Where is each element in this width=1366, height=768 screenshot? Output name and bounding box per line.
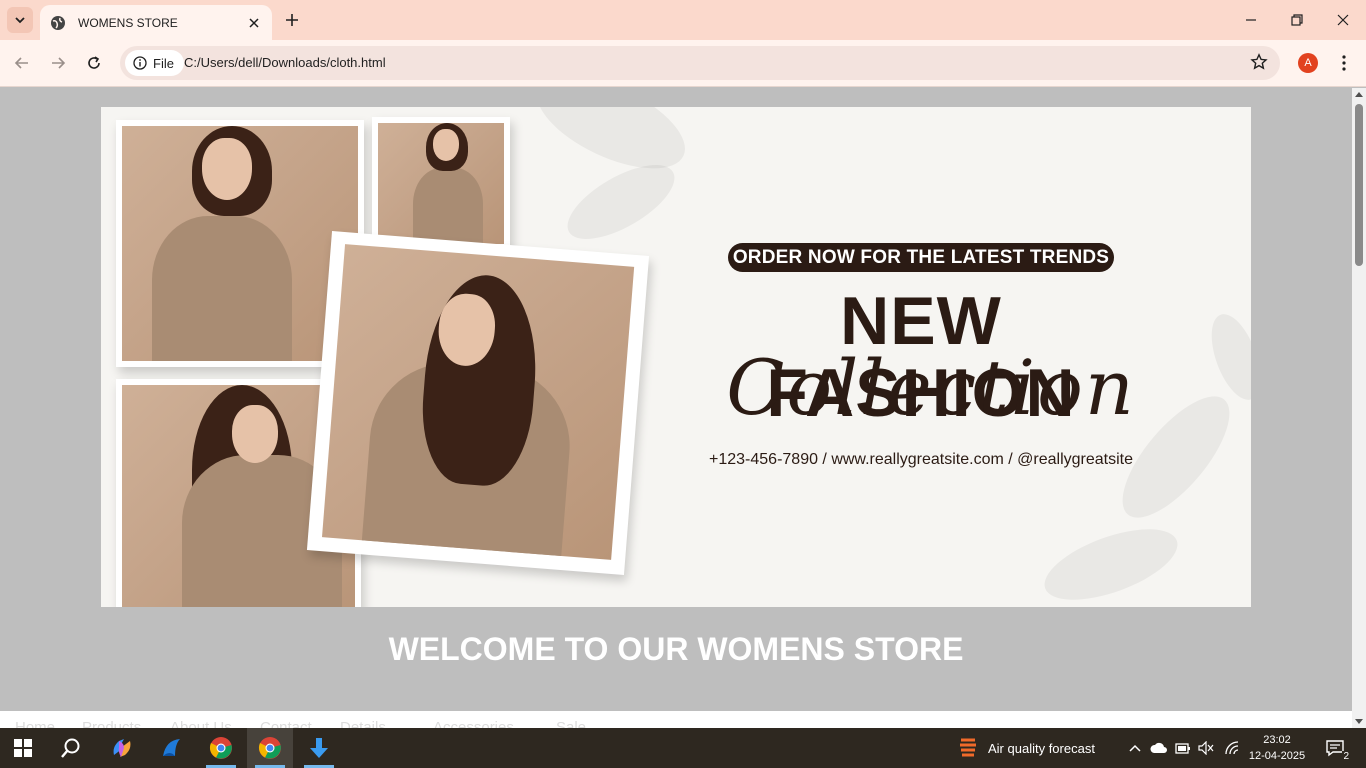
- speaker-muted-icon: [1198, 741, 1214, 755]
- leaf-shadow: [1035, 514, 1187, 607]
- minimize-icon: [1246, 19, 1256, 21]
- hero-banner: ORDER NOW FOR THE LATEST TRENDS NEW FASH…: [101, 107, 1251, 607]
- minimize-button[interactable]: [1228, 0, 1274, 40]
- bookmark-star-icon[interactable]: [1250, 53, 1270, 73]
- air-quality-icon: [960, 738, 976, 757]
- clock-date: 12-04-2025: [1248, 750, 1306, 762]
- profile-avatar[interactable]: A: [1298, 53, 1318, 73]
- model-image: [321, 244, 635, 560]
- model-image: [122, 126, 358, 361]
- chrome-icon: [258, 737, 281, 759]
- welcome-heading: WELCOME TO OUR WOMENS STORE: [388, 631, 964, 667]
- close-window-button[interactable]: [1320, 0, 1366, 40]
- order-now-pill: ORDER NOW FOR THE LATEST TRENDS: [728, 243, 1114, 272]
- scroll-thumb[interactable]: [1355, 104, 1363, 266]
- arrow-right-icon: [52, 57, 66, 69]
- scroll-up-arrow-icon[interactable]: [1355, 91, 1363, 99]
- site-info-chip[interactable]: File: [125, 50, 184, 76]
- chip-label: File: [153, 55, 174, 71]
- battery-icon: [1175, 743, 1190, 754]
- new-tab-button[interactable]: [282, 10, 302, 30]
- plus-icon: [286, 14, 298, 26]
- nav-link-home[interactable]: Home: [15, 719, 55, 728]
- globe-icon: [50, 15, 66, 31]
- volume-tray[interactable]: [1195, 728, 1217, 768]
- photo-model-2: [372, 117, 510, 250]
- battery-tray[interactable]: [1172, 728, 1194, 768]
- nav-link-sale[interactable]: Sale: [556, 719, 586, 728]
- cloud-icon: [1150, 742, 1167, 753]
- forward-button[interactable]: [46, 51, 70, 75]
- wifi-icon: [1225, 741, 1239, 755]
- tab-strip: WOMENS STORE: [0, 0, 1366, 40]
- vertical-scrollbar[interactable]: [1352, 88, 1366, 728]
- network-tray[interactable]: [1221, 728, 1243, 768]
- edge-browser-icon: [163, 739, 180, 756]
- windows-taskbar: Air quality forecast 23:02 12-04-2025 2: [0, 728, 1366, 768]
- nav-link-details[interactable]: Details: [340, 719, 386, 728]
- taskbar-downloads[interactable]: [296, 728, 342, 768]
- taskbar-search-button[interactable]: [48, 728, 94, 768]
- weather-widget[interactable]: Air quality forecast: [958, 728, 1095, 768]
- restore-button[interactable]: [1274, 0, 1320, 40]
- chrome-icon: [209, 737, 232, 759]
- clock-time: 23:02: [1263, 734, 1291, 746]
- taskbar-chrome-1[interactable]: [198, 728, 244, 768]
- page-viewport: ORDER NOW FOR THE LATEST TRENDS NEW FASH…: [0, 88, 1352, 728]
- windows-logo-icon: [14, 739, 32, 757]
- search-icon: [61, 738, 80, 758]
- browser-tab[interactable]: WOMENS STORE: [40, 5, 272, 40]
- address-bar[interactable]: File C:/Users/dell/Downloads/cloth.html: [120, 46, 1280, 80]
- tray-overflow-button[interactable]: [1124, 728, 1146, 768]
- banner-script-text: Collection: [726, 343, 1136, 432]
- arrow-left-icon: [14, 57, 28, 69]
- onedrive-tray[interactable]: [1148, 728, 1170, 768]
- close-tab-icon[interactable]: [246, 15, 262, 31]
- leaf-shadow: [556, 150, 686, 254]
- nav-link-about[interactable]: About Us: [170, 719, 232, 728]
- menu-kebab-icon[interactable]: [1334, 53, 1354, 73]
- nav-link-accessories[interactable]: Accessories: [433, 719, 514, 728]
- download-arrow-icon: [310, 738, 328, 758]
- taskbar-edge[interactable]: [149, 728, 195, 768]
- copilot-icon: [113, 739, 131, 757]
- browser-toolbar: File C:/Users/dell/Downloads/cloth.html: [0, 40, 1366, 87]
- info-icon: [133, 56, 147, 70]
- chevron-up-icon: [1129, 744, 1141, 752]
- model-image: [378, 123, 504, 244]
- weather-text: Air quality forecast: [988, 740, 1095, 756]
- reload-button[interactable]: [82, 51, 106, 75]
- chevron-down-icon: [15, 17, 25, 24]
- notifications-button[interactable]: 2: [1318, 728, 1352, 768]
- banner-contact: +123-456-7890 / www.reallygreatsite.com …: [709, 451, 1133, 468]
- close-icon: [1337, 14, 1349, 26]
- back-button[interactable]: [10, 51, 34, 75]
- tab-title: WOMENS STORE: [78, 15, 178, 30]
- start-button[interactable]: [0, 728, 46, 768]
- taskbar-copilot[interactable]: [99, 728, 145, 768]
- nav-bar: Home Products About Us Contact Details A…: [0, 711, 1352, 728]
- scroll-down-arrow-icon[interactable]: [1355, 717, 1363, 725]
- nav-link-products[interactable]: Products: [82, 719, 141, 728]
- notification-count: 2: [1342, 751, 1350, 762]
- url-text[interactable]: C:/Users/dell/Downloads/cloth.html: [184, 55, 386, 70]
- system-clock[interactable]: 23:02 12-04-2025: [1245, 732, 1309, 764]
- tab-search-button[interactable]: [7, 7, 33, 33]
- photo-model-4: [306, 231, 650, 575]
- leaf-shadow: [1201, 307, 1251, 407]
- taskbar-chrome-2[interactable]: [247, 728, 293, 768]
- restore-icon: [1291, 14, 1303, 26]
- nav-link-contact[interactable]: Contact: [260, 719, 312, 728]
- reload-icon: [88, 56, 100, 69]
